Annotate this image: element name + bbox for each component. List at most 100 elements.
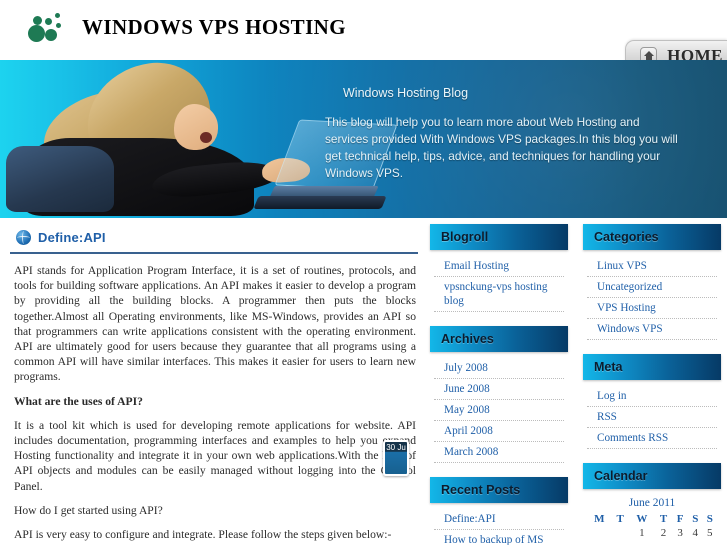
blogroll-link[interactable]: vpsnckung-vps hosting blog bbox=[444, 280, 564, 308]
widget-recent-posts-title: Recent Posts bbox=[441, 483, 521, 497]
calendar-day-header: M bbox=[594, 513, 605, 525]
list-item[interactable]: Log in bbox=[587, 386, 717, 407]
sidebar-column-left: Blogroll Email Hosting vpsnckung-vps hos… bbox=[430, 224, 568, 545]
archive-link[interactable]: May 2008 bbox=[444, 403, 564, 417]
globe-icon bbox=[16, 230, 31, 245]
widget-blogroll-title: Blogroll bbox=[441, 230, 489, 244]
list-item[interactable]: vpsnckung-vps hosting blog bbox=[434, 277, 564, 312]
widget-meta-header: Meta bbox=[583, 354, 721, 380]
calendar-day-header: W bbox=[636, 513, 648, 525]
post-paragraph: API is very easy to configure and integr… bbox=[14, 528, 392, 542]
post-paragraph: What are the uses of API? bbox=[14, 394, 143, 408]
calendar-day-cell bbox=[612, 526, 629, 540]
calendar-day-cell[interactable]: 2 bbox=[655, 526, 672, 540]
calendar-header-row: M T W T F S S bbox=[587, 512, 717, 526]
banner-person-image bbox=[6, 60, 398, 218]
green-dots-logo-icon bbox=[26, 10, 68, 44]
calendar-month-label: June 2011 bbox=[628, 497, 676, 509]
widget-calendar-header: Calendar bbox=[583, 463, 721, 489]
widget-blogroll: Blogroll Email Hosting vpsnckung-vps hos… bbox=[430, 224, 568, 312]
calendar-day-header: F bbox=[676, 513, 684, 525]
sidebar-column-right: Categories Linux VPS Uncategorized VPS H… bbox=[583, 224, 721, 545]
post-date-badge-label: 30 Ju bbox=[386, 443, 406, 452]
widget-archives: Archives July 2008 June 2008 May 2008 Ap… bbox=[430, 326, 568, 463]
calendar-day-cell[interactable]: 4 bbox=[688, 526, 702, 540]
widget-recent-posts-header: Recent Posts bbox=[430, 477, 568, 503]
widget-meta-title: Meta bbox=[594, 360, 623, 374]
category-link[interactable]: VPS Hosting bbox=[597, 301, 717, 315]
recent-post-link[interactable]: Define:API bbox=[444, 512, 564, 526]
widget-blogroll-list: Email Hosting vpsnckung-vps hosting blog bbox=[430, 250, 568, 312]
list-item[interactable]: May 2008 bbox=[434, 400, 564, 421]
calendar-day-header: T bbox=[616, 513, 624, 525]
page-root: WINDOWS VPS HOSTING HOME Windows Hosting bbox=[0, 0, 727, 545]
widget-categories-list: Linux VPS Uncategorized VPS Hosting Wind… bbox=[583, 250, 721, 340]
list-item[interactable]: Linux VPS bbox=[587, 256, 717, 277]
list-item[interactable]: RSS bbox=[587, 407, 717, 428]
widget-categories-title: Categories bbox=[594, 230, 659, 244]
widget-meta: Meta Log in RSS Comments RSS bbox=[583, 354, 721, 449]
calendar-day-cell[interactable]: 1 bbox=[629, 526, 655, 540]
widget-archives-header: Archives bbox=[430, 326, 568, 352]
widget-archives-title: Archives bbox=[441, 332, 494, 346]
post-paragraph: It is a tool kit which is used for devel… bbox=[14, 418, 416, 493]
widget-recent-posts-list: Define:API How to backup of MS SQL Serve… bbox=[430, 503, 568, 545]
archive-link[interactable]: April 2008 bbox=[444, 424, 564, 438]
list-item[interactable]: March 2008 bbox=[434, 442, 564, 463]
category-link[interactable]: Uncategorized bbox=[597, 280, 717, 294]
blogroll-link[interactable]: Email Hosting bbox=[444, 259, 564, 273]
calendar-body: June 2011 M T W T F S S 1 2 3 4 5 bbox=[583, 489, 721, 540]
archive-link[interactable]: July 2008 bbox=[444, 361, 564, 375]
widget-calendar: Calendar June 2011 M T W T F S S 1 2 3 4… bbox=[583, 463, 721, 540]
widget-categories: Categories Linux VPS Uncategorized VPS H… bbox=[583, 224, 721, 340]
list-item[interactable]: Uncategorized bbox=[587, 277, 717, 298]
calendar-day-cell[interactable]: 3 bbox=[672, 526, 688, 540]
list-item[interactable]: July 2008 bbox=[434, 358, 564, 379]
banner-description: This blog will help you to learn more ab… bbox=[325, 115, 678, 180]
widget-calendar-title: Calendar bbox=[594, 469, 648, 483]
list-item[interactable]: Windows VPS bbox=[587, 319, 717, 340]
meta-link[interactable]: Comments RSS bbox=[597, 431, 717, 445]
title-divider bbox=[10, 252, 418, 254]
calendar-day-header: S bbox=[706, 513, 713, 525]
calendar-day-cell bbox=[587, 526, 612, 540]
list-item[interactable]: April 2008 bbox=[434, 421, 564, 442]
list-item[interactable]: June 2008 bbox=[434, 379, 564, 400]
article-column: Define:API API stands for Application Pr… bbox=[10, 224, 418, 545]
calendar-day-header: S bbox=[692, 513, 699, 525]
banner-text-block: Windows Hosting Blog This blog will help… bbox=[325, 86, 685, 182]
post-date-badge: 30 Ju bbox=[383, 440, 409, 476]
widget-meta-list: Log in RSS Comments RSS bbox=[583, 380, 721, 449]
calendar-day-cell[interactable]: 5 bbox=[703, 526, 718, 540]
category-link[interactable]: Windows VPS bbox=[597, 322, 717, 336]
site-logo[interactable]: WINDOWS VPS HOSTING bbox=[26, 10, 346, 44]
recent-post-link[interactable]: How to backup of MS SQL Server database … bbox=[444, 533, 564, 545]
widget-archives-list: July 2008 June 2008 May 2008 April 2008 … bbox=[430, 352, 568, 463]
list-item[interactable]: How to backup of MS SQL Server database … bbox=[434, 530, 564, 545]
post-header: Define:API bbox=[10, 224, 418, 252]
post-body: API stands for Application Program Inter… bbox=[10, 263, 418, 545]
meta-link[interactable]: RSS bbox=[597, 410, 717, 424]
post-paragraph: API stands for Application Program Inter… bbox=[14, 264, 416, 384]
widget-recent-posts: Recent Posts Define:API How to backup of… bbox=[430, 477, 568, 545]
calendar-day-header: T bbox=[659, 513, 668, 525]
list-item[interactable]: Comments RSS bbox=[587, 428, 717, 449]
post-paragraph: How do I get started using API? bbox=[14, 503, 163, 517]
banner-title: Windows Hosting Blog bbox=[343, 86, 469, 100]
meta-link[interactable]: Log in bbox=[597, 389, 717, 403]
widget-categories-header: Categories bbox=[583, 224, 721, 250]
list-item[interactable]: Define:API bbox=[434, 509, 564, 530]
archive-link[interactable]: June 2008 bbox=[444, 382, 564, 396]
calendar-table: M T W T F S S 1 2 3 4 5 bbox=[587, 512, 717, 540]
site-header: WINDOWS VPS HOSTING HOME bbox=[0, 0, 727, 70]
content-area: 30 Ju Define:API API stands for Applicat… bbox=[0, 218, 727, 545]
list-item[interactable]: Email Hosting bbox=[434, 256, 564, 277]
site-title: WINDOWS VPS HOSTING bbox=[82, 14, 346, 39]
list-item[interactable]: VPS Hosting bbox=[587, 298, 717, 319]
category-link[interactable]: Linux VPS bbox=[597, 259, 717, 273]
archive-link[interactable]: March 2008 bbox=[444, 445, 564, 459]
widget-blogroll-header: Blogroll bbox=[430, 224, 568, 250]
post-title[interactable]: Define:API bbox=[38, 230, 106, 245]
calendar-week-row: 1 2 3 4 5 bbox=[587, 526, 717, 540]
hero-banner: Windows Hosting Blog This blog will help… bbox=[0, 60, 727, 218]
